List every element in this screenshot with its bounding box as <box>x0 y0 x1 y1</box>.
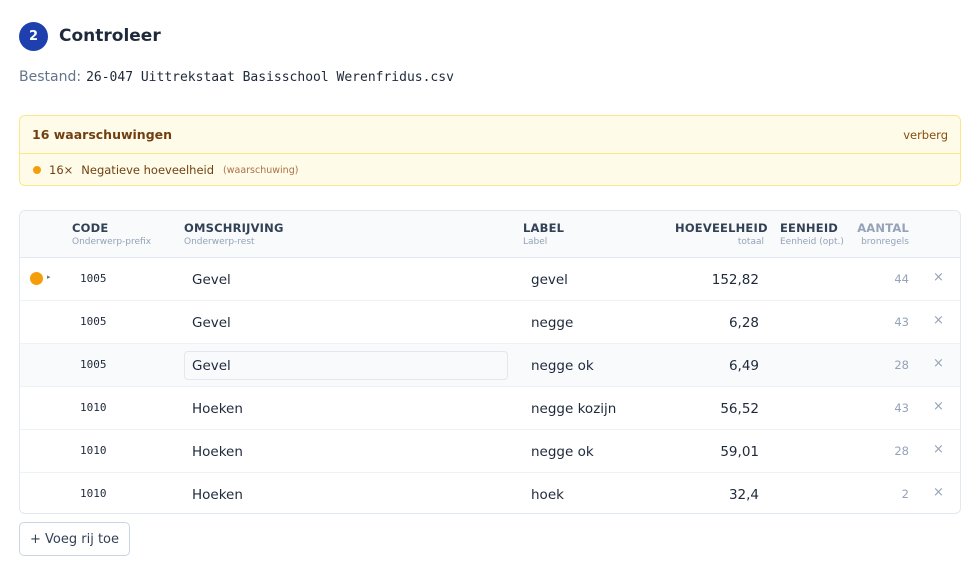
description-input[interactable]: Hoeken <box>184 394 508 423</box>
column-subtitle-count: bronregels <box>861 237 909 247</box>
column-header-count: AANTAL bronregels <box>854 221 909 247</box>
remove-row-icon[interactable]: × <box>933 270 944 285</box>
table-row: 1010 Hoeken negge kozijn 56,52 43 × <box>20 387 960 430</box>
column-title-count: AANTAL <box>857 221 909 235</box>
cell-code: 1005 <box>80 358 107 371</box>
unit-input[interactable] <box>772 437 848 466</box>
step-title: Controleer <box>59 26 161 46</box>
cell-source-count: 44 <box>894 272 909 286</box>
unit-input[interactable] <box>772 480 848 509</box>
warning-kind: (waarschuwing) <box>223 164 299 176</box>
step-number-badge: 2 <box>19 21 48 51</box>
table-row: 1010 Hoeken hoek 32,4 2 × <box>20 473 960 513</box>
cell-code: 1010 <box>80 487 107 500</box>
quantity-input[interactable]: 152,82 <box>675 265 759 294</box>
warning-status-icon <box>30 272 43 285</box>
cell-code: 1005 <box>80 315 107 328</box>
remove-row-icon[interactable]: × <box>933 485 944 500</box>
file-name: 26-047 Uittrekstaat Basisschool Werenfri… <box>86 70 454 85</box>
table-row: 1005 Gevel negge ok 6,49 28 × <box>20 344 960 387</box>
label-input[interactable]: gevel <box>523 265 663 294</box>
remove-row-icon[interactable]: × <box>933 442 944 457</box>
unit-input[interactable] <box>772 308 848 337</box>
column-subtitle-description: Onderwerp-rest <box>184 237 255 247</box>
quantity-input[interactable]: 6,28 <box>675 308 759 337</box>
quantity-input[interactable]: 56,52 <box>675 394 759 423</box>
step-header: 2 Controleer <box>19 21 161 51</box>
table-row: 1005 Gevel negge 6,28 43 × <box>20 301 960 344</box>
warnings-header: 16 waarschuwingen verberg <box>20 116 960 154</box>
unit-input[interactable] <box>772 265 848 294</box>
column-subtitle-label: Label <box>523 237 548 247</box>
column-title-unit: EENHEID <box>780 221 839 235</box>
expand-caret-icon[interactable]: ▸ <box>47 273 51 281</box>
description-input[interactable]: Gevel <box>184 351 508 380</box>
quantity-input[interactable]: 32,4 <box>675 480 759 509</box>
cell-source-count: 2 <box>901 487 909 501</box>
warnings-title: 16 waarschuwingen <box>32 127 173 142</box>
file-info: Bestand: 26-047 Uittrekstaat Basisschool… <box>19 69 454 85</box>
table-row: 1010 Hoeken negge ok 59,01 28 × <box>20 430 960 473</box>
cell-source-count: 43 <box>894 315 909 329</box>
label-input[interactable]: negge ok <box>523 437 663 466</box>
description-input[interactable]: Gevel <box>184 308 508 337</box>
column-title-description: OMSCHRIJVING <box>184 221 284 235</box>
unit-input[interactable] <box>772 351 848 380</box>
table-header: CODE Onderwerp-prefix OMSCHRIJVING Onder… <box>20 211 960 258</box>
cell-source-count: 28 <box>894 358 909 372</box>
quantity-input[interactable]: 59,01 <box>675 437 759 466</box>
cell-source-count: 43 <box>894 401 909 415</box>
warning-message: Negatieve hoeveelheid <box>81 163 215 177</box>
hide-warnings-button[interactable]: verberg <box>903 128 948 142</box>
column-header-code: CODE Onderwerp-prefix <box>72 221 151 247</box>
warning-count: 16× <box>49 163 74 177</box>
warning-item: 16× Negatieve hoeveelheid (waarschuwing) <box>20 154 960 186</box>
data-table: CODE Onderwerp-prefix OMSCHRIJVING Onder… <box>19 210 961 514</box>
cell-code: 1010 <box>80 444 107 457</box>
description-input[interactable]: Gevel <box>184 265 508 294</box>
label-input[interactable]: negge kozijn <box>523 394 663 423</box>
column-subtitle-unit: Eenheid (opt.) <box>780 237 844 247</box>
column-title-code: CODE <box>72 221 109 235</box>
cell-code: 1010 <box>80 401 107 414</box>
description-input[interactable]: Hoeken <box>184 480 508 509</box>
table-row: ▸ 1005 Gevel gevel 152,82 44 × <box>20 258 960 301</box>
remove-row-icon[interactable]: × <box>933 399 944 414</box>
remove-row-icon[interactable]: × <box>933 356 944 371</box>
remove-row-icon[interactable]: × <box>933 313 944 328</box>
quantity-input[interactable]: 6,49 <box>675 351 759 380</box>
column-header-description: OMSCHRIJVING Onderwerp-rest <box>184 221 284 247</box>
column-header-quantity: HOEVEELHEID totaal <box>675 221 768 247</box>
description-input[interactable]: Hoeken <box>184 437 508 466</box>
label-input[interactable]: negge <box>523 308 663 337</box>
cell-code: 1005 <box>80 272 107 285</box>
column-subtitle-quantity: totaal <box>737 237 764 247</box>
column-title-label: LABEL <box>523 221 565 235</box>
cell-source-count: 28 <box>894 444 909 458</box>
column-title-quantity: HOEVEELHEID <box>675 221 768 235</box>
column-header-label: LABEL Label <box>523 221 564 247</box>
warnings-panel: 16 waarschuwingen verberg 16× Negatieve … <box>19 115 961 186</box>
label-input[interactable]: negge ok <box>523 351 663 380</box>
column-subtitle-code: Onderwerp-prefix <box>72 237 152 247</box>
unit-input[interactable] <box>772 394 848 423</box>
file-label: Bestand: <box>19 69 82 85</box>
warning-dot-icon <box>33 166 41 174</box>
label-input[interactable]: hoek <box>523 480 663 509</box>
column-header-unit: EENHEID Eenheid (opt.) <box>780 221 844 247</box>
add-row-button[interactable]: + Voeg rij toe <box>19 522 130 556</box>
